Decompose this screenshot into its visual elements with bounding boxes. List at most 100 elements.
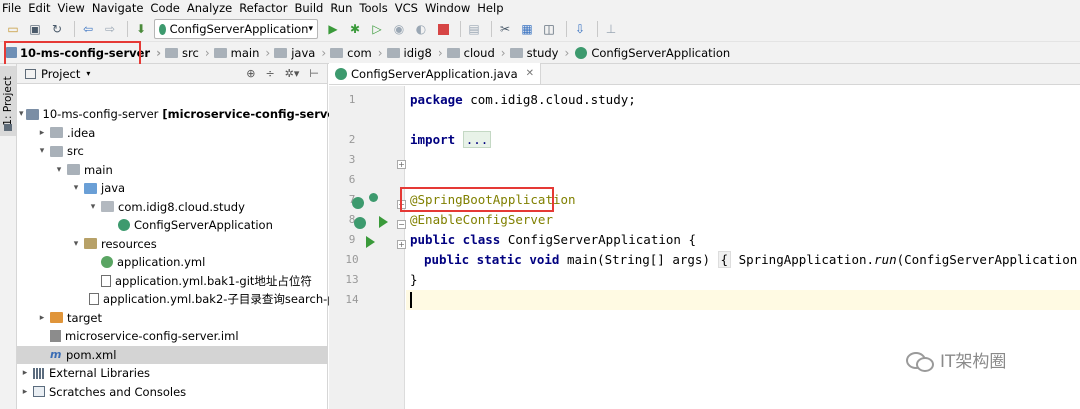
locate-icon[interactable]: ⊕ [246,67,255,80]
structure-icon[interactable] [4,124,12,131]
breadcrumb-main[interactable]: main › [213,42,275,64]
chevron-right-icon[interactable]: ▸ [19,387,31,397]
project-panel-header: Project ▾ ⊕ ÷ ✲▾ ⊢ [17,64,327,84]
chevron-right-icon: › [204,45,210,60]
tree-item[interactable]: ▾ resources [17,235,328,254]
project-structure-icon[interactable]: ▦ [518,20,536,38]
tree-item[interactable]: ConfigServerApplication [17,216,328,235]
chevron-down-icon[interactable]: ▾ [53,165,65,175]
menu-refactor[interactable]: Refactor [236,0,291,17]
chevron-right-icon[interactable]: ▸ [36,313,48,323]
breadcrumb-src[interactable]: src › [165,42,214,64]
folder-orange-icon [50,312,63,324]
highlight-box-annotation [400,187,554,212]
chevron-right-icon[interactable]: ▸ [36,128,48,138]
menu-code[interactable]: Code [147,0,183,17]
breadcrumb-idig8[interactable]: idig8 › [386,42,447,64]
tree-item[interactable]: ▾ com.idig8.cloud.study [17,198,328,217]
fold-toggle-icon[interactable]: − [397,220,406,229]
menu-tools[interactable]: Tools [356,0,391,17]
line-number: 10 [345,253,359,266]
tree-item[interactable]: ▾ java [17,179,328,198]
back-icon[interactable]: ⇦ [79,20,97,38]
coverage-icon[interactable]: ▷ [368,20,386,38]
menu-view[interactable]: View [55,0,89,17]
chevron-right-icon: › [564,45,570,60]
folded-imports[interactable]: ... [462,131,492,148]
settings-icon[interactable]: ✂ [496,20,514,38]
menu-edit[interactable]: Edit [25,0,54,17]
tree-item[interactable]: ▸ External Libraries [17,364,328,383]
tree-item[interactable]: ▾ main [17,161,328,180]
chevron-down-icon[interactable]: ▾ [36,146,48,156]
line-number: 1 [348,93,356,106]
fold-toggle-icon[interactable]: + [397,160,406,169]
run-class-icon[interactable] [379,216,388,228]
menu-vcs[interactable]: VCS [392,0,422,17]
run-icon[interactable]: ▶ [324,20,342,38]
fold-toggle-icon[interactable]: + [397,240,406,249]
run-main-icon[interactable] [366,236,375,248]
vcs-icon[interactable]: ▤ [465,20,483,38]
save-icon[interactable]: ▣ [26,20,44,38]
breadcrumb-com[interactable]: com › [330,42,386,64]
chevron-right-icon[interactable]: ▸ [19,368,31,378]
folder-icon [330,47,344,58]
menu-build[interactable]: Build [291,0,327,17]
chevron-down-icon[interactable]: ▾ [86,69,90,78]
tree-item[interactable]: ▾ src [17,142,328,161]
tree-item[interactable]: application.yml [17,253,328,272]
search-everywhere-icon[interactable]: ⊥ [602,20,620,38]
project-icon [25,68,36,79]
breadcrumb-cloud[interactable]: cloud › [446,42,510,64]
spring-bean-icon[interactable] [354,217,366,229]
tree-item-label: src [67,144,84,159]
sdk-icon[interactable]: ◫ [540,20,558,38]
stop-icon[interactable] [434,20,452,38]
code-line-9: public class ConfigServerApplication { [410,232,696,247]
file-icon [89,293,99,306]
profile-icon[interactable]: ◉ [390,20,408,38]
breadcrumb-java[interactable]: java › [274,42,330,64]
chevron-down-icon[interactable]: ▾ [70,239,82,249]
editor-tab-configserverapplication[interactable]: ConfigServerApplication.java ✕ [329,63,542,84]
update-icon[interactable]: ⇩ [571,20,589,38]
build-icon[interactable]: ⬇ [132,20,150,38]
open-folder-icon[interactable]: ▭ [4,20,22,38]
breadcrumb-class[interactable]: ConfigServerApplication [573,42,734,64]
spring-bean-icon[interactable] [352,197,364,209]
chevron-down-icon[interactable]: ▾ [19,109,24,119]
project-view-select[interactable]: Project [41,67,80,81]
menu-help[interactable]: Help [474,0,507,17]
run-configuration-select[interactable]: ConfigServerApplication ▾ [154,19,318,39]
breadcrumb-study[interactable]: study › [509,42,574,64]
tree-item[interactable]: microservice-config-server.iml [17,327,328,346]
tree-item[interactable]: application.yml.bak1-git地址占位符 [17,272,328,291]
tree-item[interactable]: ▾ 10-ms-config-server [microservice-config… [17,105,363,124]
debug-icon[interactable]: ✱ [346,20,364,38]
menu-window[interactable]: Window [422,0,474,17]
tree-item[interactable]: application.yml.bak2-子目录查询search-p [17,290,335,309]
attach-icon[interactable]: ◐ [412,20,430,38]
menu-analyze[interactable]: Analyze [184,0,236,17]
spring-class-icon [575,46,588,59]
chevron-right-icon: › [156,45,162,60]
spring-config-icon[interactable] [369,193,378,202]
tree-item[interactable]: ▸ Scratches and Consoles [17,383,328,402]
chevron-down-icon[interactable]: ▾ [87,202,99,212]
tree-item[interactable]: m pom.xml [17,345,328,364]
menu-run[interactable]: Run [327,0,356,17]
tree-item[interactable]: ▸ .idea [17,124,328,143]
collapse-icon[interactable]: ÷ [265,67,274,80]
gear-icon[interactable]: ✲▾ [285,67,300,80]
menu-file[interactable]: File [0,0,25,17]
menu-navigate[interactable]: Navigate [89,0,148,17]
close-icon[interactable]: ✕ [526,68,534,79]
file-icon [101,274,111,287]
forward-icon[interactable]: ⇨ [101,20,119,38]
tree-item[interactable]: ▸ target [17,309,328,328]
toolbar-separator [597,21,598,37]
hide-icon[interactable]: ⊢ [309,67,319,80]
chevron-down-icon[interactable]: ▾ [70,183,82,193]
sync-icon[interactable]: ↻ [48,20,66,38]
